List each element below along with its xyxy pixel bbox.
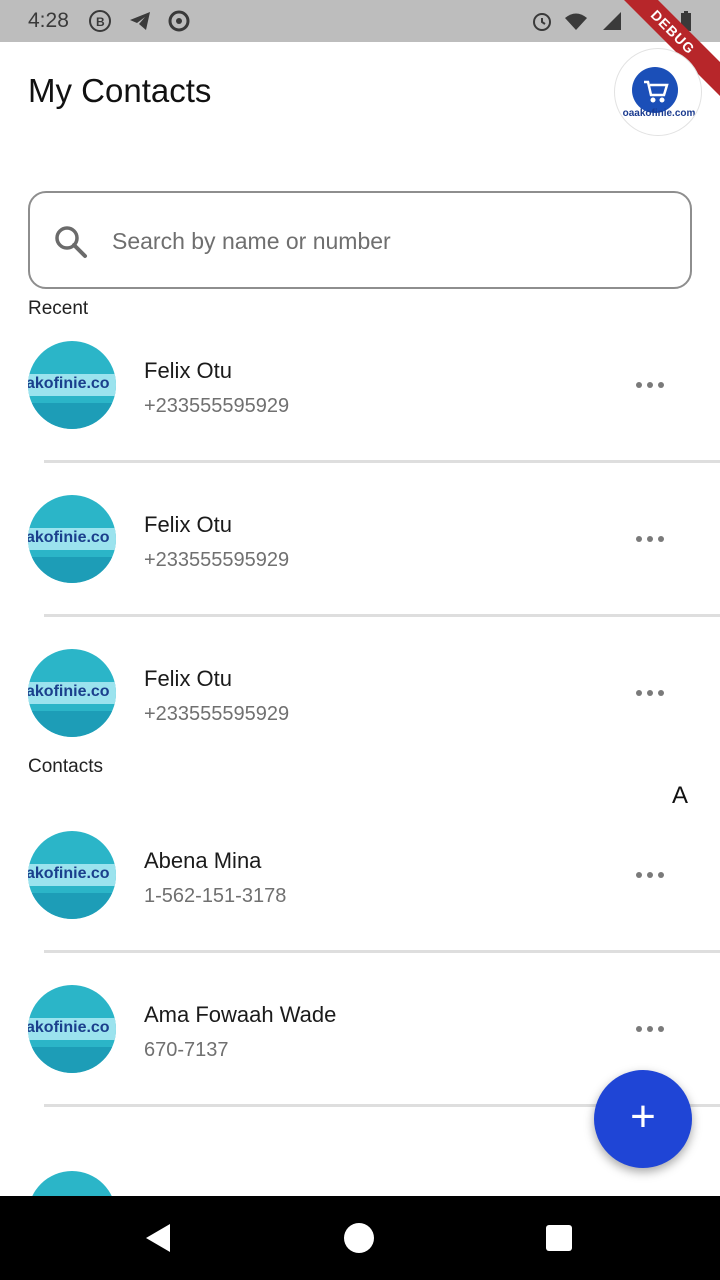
sync-icon [168, 10, 190, 32]
telegram-icon [130, 12, 150, 30]
more-icon[interactable] [626, 525, 674, 553]
alphabet-index-letter: A [672, 782, 689, 809]
contact-phone: +233555595929 [144, 549, 290, 571]
svg-text:B: B [96, 15, 105, 29]
contact-name: Felix Otu [144, 358, 233, 383]
back-icon[interactable] [144, 1222, 176, 1254]
section-label-recent: Recent [28, 298, 89, 319]
divider [44, 460, 720, 463]
alarm-icon [533, 13, 551, 31]
section-label-contacts: Contacts [28, 756, 103, 777]
logo-text: oaakofinie.com [622, 108, 696, 119]
more-icon[interactable] [626, 679, 674, 707]
avatar [28, 1171, 116, 1196]
add-contact-button[interactable]: + [594, 1070, 692, 1168]
signal-icon [603, 12, 621, 30]
list-item[interactable]: akofinie.co Felix Otu +233555595929 [0, 649, 720, 769]
divider [44, 614, 720, 617]
more-icon[interactable] [626, 371, 674, 399]
contact-phone: 1-562-151-3178 [144, 885, 287, 907]
avatar: akofinie.co [28, 985, 116, 1073]
page-title: My Contacts [28, 72, 212, 109]
navigation-bar [0, 1196, 720, 1280]
contact-phone: +233555595929 [144, 703, 290, 725]
search-icon [55, 226, 87, 258]
contact-name: Abena Mina [144, 848, 262, 873]
wifi-icon [565, 13, 587, 30]
profile-logo[interactable]: oaakofinie.com [614, 48, 702, 136]
contact-name: Ama Fowaah Wade [144, 1002, 337, 1027]
b-notification-icon: B [89, 10, 111, 32]
search-input[interactable] [112, 221, 652, 261]
list-item[interactable] [0, 1171, 720, 1196]
status-time: 4:28 [28, 9, 69, 32]
home-icon[interactable] [343, 1222, 375, 1254]
avatar: akofinie.co [28, 649, 116, 737]
avatar: akofinie.co [28, 495, 116, 583]
recents-icon[interactable] [543, 1222, 575, 1254]
cart-icon [632, 67, 678, 113]
contact-phone: 670-7137 [144, 1039, 229, 1061]
contact-phone: +233555595929 [144, 395, 290, 417]
avatar: akofinie.co [28, 831, 116, 919]
more-icon[interactable] [626, 861, 674, 889]
list-item[interactable]: akofinie.co Felix Otu +233555595929 [0, 341, 720, 461]
contact-name: Felix Otu [144, 512, 233, 537]
more-icon[interactable] [626, 1015, 674, 1043]
avatar: akofinie.co [28, 341, 116, 429]
list-item[interactable]: akofinie.co Felix Otu +233555595929 [0, 495, 720, 615]
contact-name: Felix Otu [144, 666, 233, 691]
search-bar[interactable] [28, 191, 692, 289]
status-bar: 4:28 B DEBUG [0, 0, 720, 101]
list-item[interactable]: akofinie.co Abena Mina 1-562-151-3178 [0, 831, 720, 951]
divider [44, 950, 720, 953]
